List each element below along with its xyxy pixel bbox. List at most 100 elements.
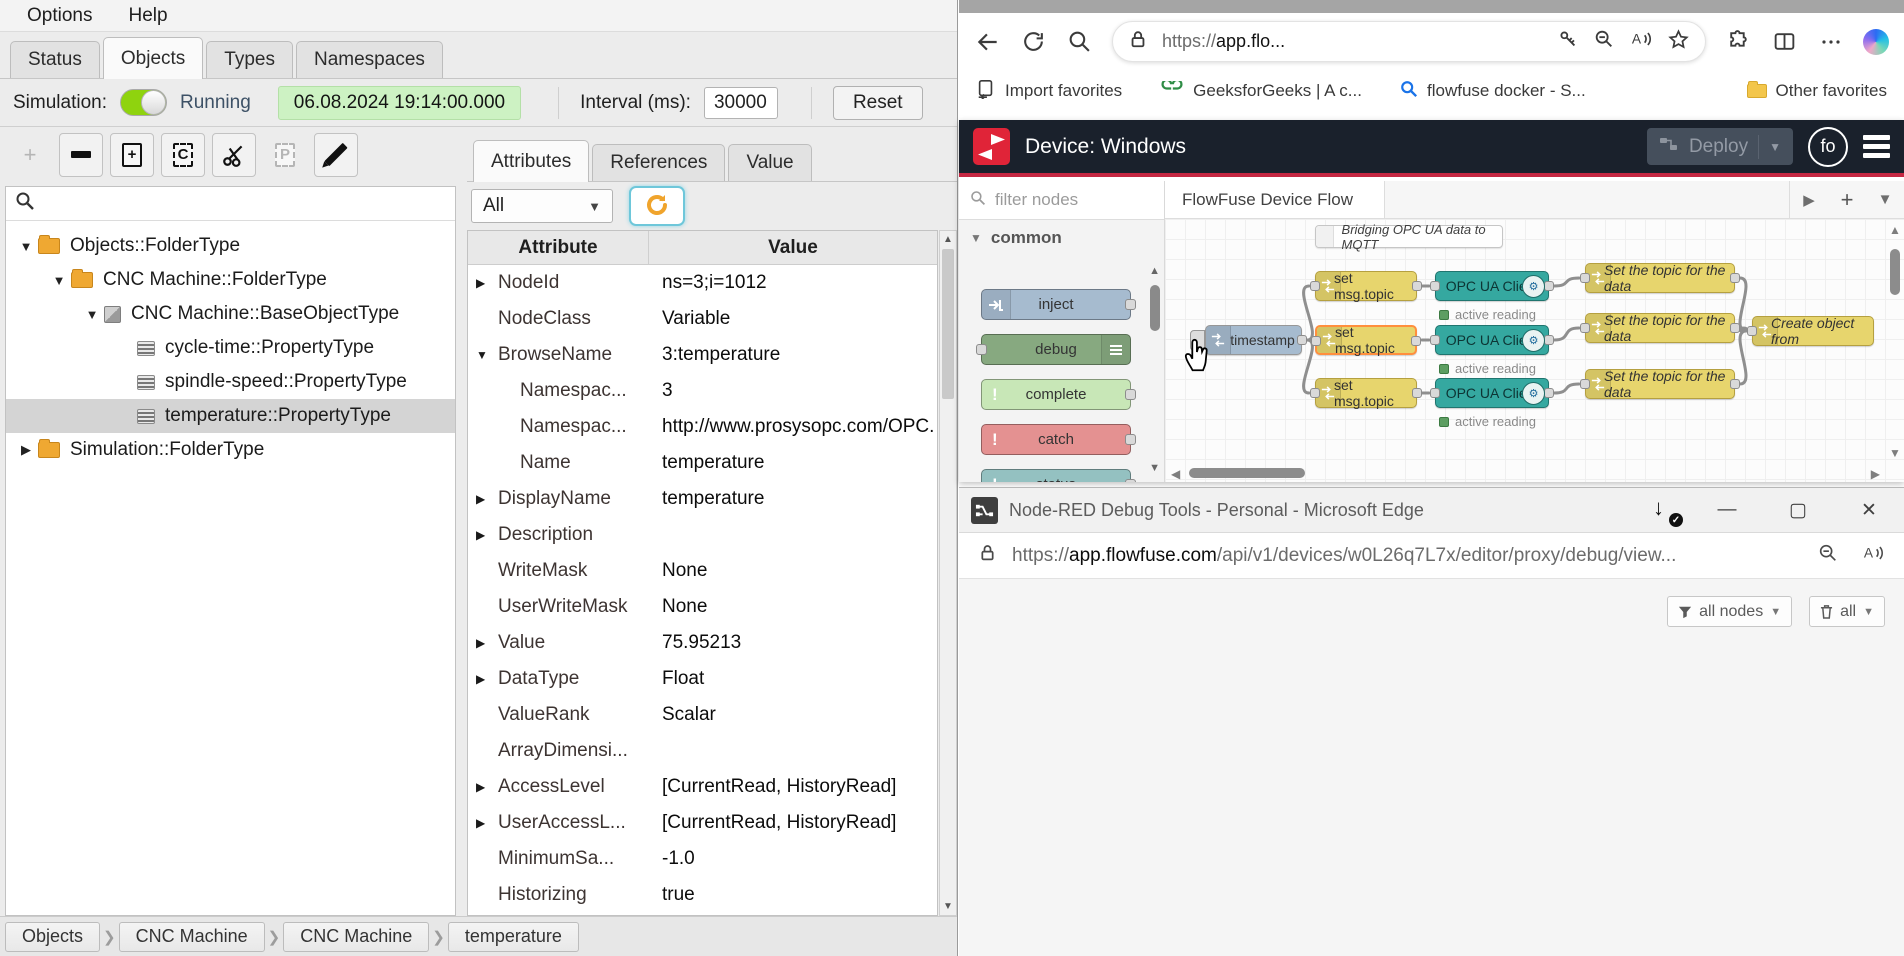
change-node-set-msg-topic-3[interactable]: set msg.topic xyxy=(1315,378,1417,408)
node-input-port[interactable] xyxy=(1580,379,1590,389)
node-input-port[interactable] xyxy=(1310,281,1320,291)
change-node-set-msg-topic-2[interactable]: set msg.topic xyxy=(1315,325,1417,355)
canvas-hscrollbar[interactable]: ◀ ▶ xyxy=(1171,466,1880,480)
attributes-scrollbar[interactable]: ▲ ▼ xyxy=(939,230,957,916)
simulation-toggle[interactable] xyxy=(120,89,167,116)
back-button[interactable] xyxy=(974,28,1001,55)
scrollbar-thumb[interactable] xyxy=(942,249,954,399)
debug-address-bar[interactable]: https://app.flowfuse.com/api/v1/devices/… xyxy=(959,533,1904,579)
tree-item-cnc-machine-foldertype[interactable]: ▼CNC Machine::FolderType xyxy=(6,263,455,297)
close-button[interactable]: ✕ xyxy=(1846,493,1892,527)
node-output-port[interactable] xyxy=(1412,388,1422,398)
tree-item-objects-foldertype[interactable]: ▼Objects::FolderType xyxy=(6,229,455,263)
node-output-port[interactable] xyxy=(1544,388,1554,398)
password-key-icon[interactable] xyxy=(1557,28,1579,55)
tab-objects[interactable]: Objects xyxy=(103,37,203,79)
table-row[interactable]: ▶DataTypeFloat xyxy=(468,661,937,697)
palette-node-catch[interactable]: !catch xyxy=(981,424,1131,455)
palette-node-debug[interactable]: debug xyxy=(981,334,1131,365)
change-node-set-topic-3[interactable]: Set the topic for the data xyxy=(1585,369,1735,399)
menu-help[interactable]: Help xyxy=(128,5,167,27)
main-menu-icon[interactable] xyxy=(1863,135,1890,158)
opcua-client-node-2[interactable]: OPC UA Client⚙ xyxy=(1435,325,1549,355)
next-tab-icon[interactable]: ▶ xyxy=(1790,181,1828,218)
deploy-button[interactable]: Deploy ▼ xyxy=(1647,128,1793,165)
split-screen-icon[interactable] xyxy=(1771,28,1798,55)
breadcrumb-temperature[interactable]: temperature xyxy=(448,922,579,952)
table-row[interactable]: ▶Value75.95213 xyxy=(468,625,937,661)
zoom-out-icon[interactable] xyxy=(1593,28,1615,55)
address-bar[interactable]: https://app.flo... A xyxy=(1112,21,1706,62)
node-input-port[interactable] xyxy=(1430,281,1440,291)
node-input-port[interactable] xyxy=(1580,273,1590,283)
node-port[interactable] xyxy=(1125,434,1136,445)
menu-options[interactable]: Options xyxy=(27,5,92,27)
table-row[interactable]: Namespac...http://www.prosysopc.com/OPC. xyxy=(468,409,937,445)
zoom-out-icon[interactable] xyxy=(1817,542,1839,570)
node-port[interactable] xyxy=(976,344,987,355)
opcua-client-node-1[interactable]: OPC UA Client⚙ xyxy=(1435,271,1549,301)
tree-search-box[interactable] xyxy=(6,187,455,221)
table-row[interactable]: ▼BrowseName3:temperature xyxy=(468,337,937,373)
copilot-icon[interactable] xyxy=(1863,29,1889,55)
table-row[interactable]: Historizingtrue xyxy=(468,877,937,913)
tree-item-spindle-speed-propertytype[interactable]: spindle-speed::PropertyType xyxy=(6,365,455,399)
expand-icon[interactable]: ▶ xyxy=(14,442,38,458)
node-port[interactable] xyxy=(1125,479,1136,482)
attr-tab-attributes[interactable]: Attributes xyxy=(473,140,589,182)
table-row[interactable]: ▶DisplayNametemperature xyxy=(468,481,937,517)
maximize-button[interactable]: ▢ xyxy=(1775,493,1821,527)
node-output-port[interactable] xyxy=(1544,281,1554,291)
table-row[interactable]: Namespac...3 xyxy=(468,373,937,409)
table-row[interactable]: ArrayDimensi... xyxy=(468,733,937,769)
node-input-port[interactable] xyxy=(1311,336,1321,346)
node-output-port[interactable] xyxy=(1730,273,1740,283)
remove-button[interactable] xyxy=(59,133,103,177)
minimize-button[interactable]: — xyxy=(1704,493,1750,527)
debug-clear-button[interactable]: all ▼ xyxy=(1809,596,1885,627)
node-output-port[interactable] xyxy=(1730,379,1740,389)
debug-filter-button[interactable]: all nodes ▼ xyxy=(1667,596,1792,627)
expand-icon[interactable]: ▶ xyxy=(476,276,498,290)
table-row[interactable]: WriteMaskNone xyxy=(468,553,937,589)
tab-list-chevron-icon[interactable]: ▼ xyxy=(1866,181,1904,218)
flow-canvas[interactable]: Bridging OPC UA data to MQTTtimestampset… xyxy=(1165,219,1904,482)
flow-tab-flowfuse-device-flow[interactable]: FlowFuse Device Flow xyxy=(1165,181,1385,218)
more-options-icon[interactable] xyxy=(1817,28,1844,55)
opcua-client-node-3[interactable]: OPC UA Client⚙ xyxy=(1435,378,1549,408)
output-node-create-object[interactable]: Create object from xyxy=(1752,316,1874,346)
table-row[interactable]: ▶Description xyxy=(468,517,937,553)
scroll-down-icon[interactable]: ▼ xyxy=(940,901,956,912)
tree-item-cycle-time-propertytype[interactable]: cycle-time::PropertyType xyxy=(6,331,455,365)
collapse-icon[interactable]: ▼ xyxy=(14,239,38,254)
tree-item-simulation-foldertype[interactable]: ▶Simulation::FolderType xyxy=(6,433,455,467)
breadcrumb-cnc-machine[interactable]: CNC Machine xyxy=(119,922,265,952)
scrollbar-thumb[interactable] xyxy=(1150,285,1160,331)
table-row[interactable]: ▶AccessLevel[CurrentRead, HistoryRead] xyxy=(468,769,937,805)
favorite-flowfuse[interactable]: flowfuse docker - S... xyxy=(1400,79,1586,104)
palette-node-inject[interactable]: inject xyxy=(981,289,1131,320)
expand-icon[interactable]: ▶ xyxy=(476,816,498,830)
scroll-left-icon[interactable]: ◀ xyxy=(1171,467,1180,481)
node-port[interactable] xyxy=(1125,389,1136,400)
copy-add-button[interactable]: + xyxy=(110,133,154,177)
expand-icon[interactable]: ▶ xyxy=(476,492,498,506)
table-row[interactable]: NodeClassVariable xyxy=(468,301,937,337)
favorite-star-icon[interactable] xyxy=(1667,28,1690,56)
search-icon[interactable] xyxy=(1066,28,1093,55)
user-avatar[interactable]: fo xyxy=(1808,127,1848,167)
add-flow-icon[interactable]: + xyxy=(1828,181,1866,218)
node-input-port[interactable] xyxy=(1580,323,1590,333)
node-output-port[interactable] xyxy=(1297,335,1307,345)
scrollbar-thumb[interactable] xyxy=(1189,468,1305,478)
refresh-button[interactable] xyxy=(629,186,685,226)
extensions-icon[interactable] xyxy=(1725,28,1752,55)
cut-button[interactable] xyxy=(212,133,256,177)
table-row[interactable]: ▶UserAccessL...[CurrentRead, HistoryRead… xyxy=(468,805,937,841)
node-input-port[interactable] xyxy=(1430,388,1440,398)
node-input-port[interactable] xyxy=(1310,388,1320,398)
node-output-port[interactable] xyxy=(1544,335,1554,345)
scroll-up-icon[interactable]: ▲ xyxy=(1149,265,1160,277)
table-row[interactable]: Nametemperature xyxy=(468,445,937,481)
tree-item-temperature-propertytype[interactable]: temperature::PropertyType xyxy=(6,399,455,433)
